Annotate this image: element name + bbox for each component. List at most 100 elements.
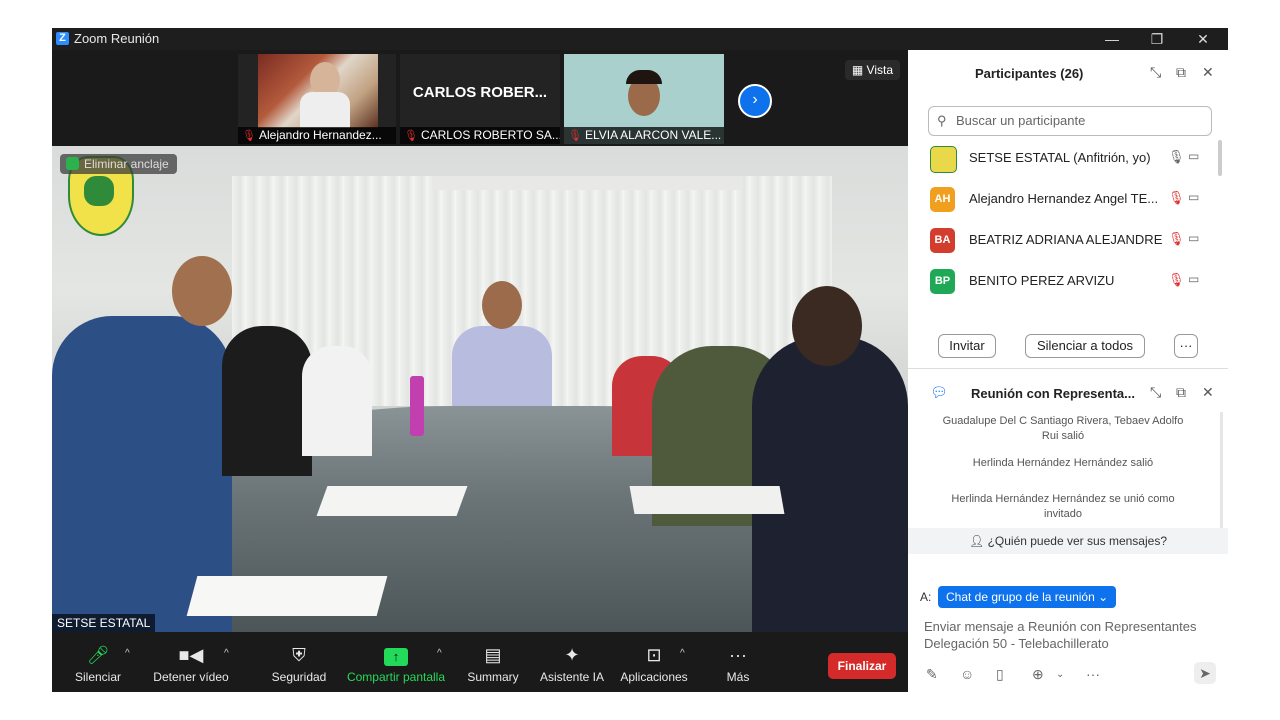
summary-icon: ▤ <box>484 645 502 665</box>
water-bottle <box>410 376 424 436</box>
participant-row[interactable]: BP BENITO PEREZ ARVIZU 🎙︎ ▭ <box>908 261 1220 302</box>
title-bar: Z Zoom Reunión — ❐ ✕ <box>52 28 1228 50</box>
person-head <box>482 281 522 329</box>
video-camera-icon[interactable]: ▭ <box>1188 149 1199 163</box>
view-button[interactable]: ▦ Vista <box>844 60 900 80</box>
chat-bubble-icon: 💬︎ <box>930 384 948 400</box>
summary-button[interactable]: ▤ Summary <box>464 642 522 684</box>
person-lock-icon: 👤︎ <box>968 534 988 548</box>
muted-mic-icon[interactable]: 🎙︎ <box>1168 231 1185 247</box>
person-white-vest <box>302 346 372 456</box>
video-camera-icon: ■◀ <box>178 645 204 665</box>
muted-mic-icon: 🎙 <box>242 130 256 142</box>
stop-video-button[interactable]: ■◀ Detener vídeo <box>152 642 230 684</box>
muted-mic-icon: 🎙 <box>568 130 582 142</box>
participants-scrollbar[interactable] <box>1218 140 1222 176</box>
collapse-chat-icon[interactable]: ⤡ <box>1150 384 1161 401</box>
main-video: Eliminar anclaje SETSE ESTATAL <box>52 146 908 632</box>
search-icon: ⚲ <box>937 113 947 128</box>
chat-message-input[interactable]: Enviar mensaje a Reunión con Representan… <box>924 618 1214 652</box>
share-screen-button[interactable]: ↑ Compartir pantalla <box>345 642 447 684</box>
video-camera-icon[interactable]: ▭ <box>1188 231 1199 245</box>
participant-row[interactable]: AH Alejandro Hernandez Angel TE... 🎙︎ ▭ <box>908 179 1220 220</box>
close-window-button[interactable]: ✕ <box>1183 28 1223 50</box>
more-button[interactable]: ··· Más <box>718 642 758 684</box>
person-head <box>172 256 232 326</box>
person-head <box>792 286 862 366</box>
notebook <box>316 486 468 516</box>
video-options-caret[interactable]: ^ <box>224 648 229 659</box>
muted-mic-icon[interactable]: 🎙︎ <box>1168 190 1185 206</box>
pop-out-chat-icon[interactable]: ⧉ <box>1176 384 1186 401</box>
thumbnail-tile-2[interactable]: CARLOS ROBER... 🎙 CARLOS ROBERTO SA... <box>400 54 560 144</box>
muted-mic-icon: 🎙 <box>404 130 418 142</box>
chevron-down-icon: ⌄ <box>1094 590 1109 604</box>
emoji-icon[interactable]: ☺ <box>960 666 974 682</box>
apps-options-caret[interactable]: ^ <box>680 648 685 659</box>
video-camera-icon[interactable]: ▭ <box>1188 190 1199 204</box>
thumbnail-label-1: 🎙 Alejandro Hernandez... <box>238 127 396 144</box>
chat-recipient-dropdown[interactable]: Chat de grupo de la reunión ⌄ <box>938 586 1117 608</box>
thumbnail-label-3: 🎙 ELVIA ALARCON VALE... <box>564 127 724 144</box>
avatar <box>930 146 957 173</box>
screenshot-options-caret[interactable]: ⌄ <box>1056 669 1064 680</box>
participant-row[interactable]: SETSE ESTATAL (Anfitrión, yo) 🎙︎ ▭ <box>908 138 1220 179</box>
participant-row[interactable]: BA BEATRIZ ADRIANA ALEJANDRE 🎙︎ ▭ <box>908 220 1220 261</box>
zoom-logo-icon: Z <box>56 32 69 45</box>
participant-search-input[interactable]: ⚲ Buscar un participante <box>928 106 1212 136</box>
file-icon[interactable]: ▯ <box>996 666 1004 683</box>
invite-button[interactable]: Invitar <box>938 334 996 358</box>
thumbnail-tile-1[interactable]: 🎙 Alejandro Hernandez... <box>238 54 396 144</box>
chat-to-label: A: <box>920 590 932 604</box>
thumbnail-tile-3[interactable]: 🎙 ELVIA ALARCON VALE... <box>564 54 724 144</box>
muted-mic-icon[interactable]: 🎙︎ <box>1168 272 1185 288</box>
minimize-button[interactable]: — <box>1092 28 1132 50</box>
thumbnail-display-name: CARLOS ROBER... <box>412 84 548 101</box>
participant-shirt <box>300 92 350 128</box>
participants-more-button[interactable]: ··· <box>1174 334 1198 358</box>
microphone-icon[interactable]: 🎙︎ <box>1168 149 1185 165</box>
close-chat-icon[interactable]: ✕ <box>1202 384 1214 401</box>
person-black-shirt <box>222 326 312 476</box>
more-icon: ··· <box>729 645 747 665</box>
more-icon[interactable]: ··· <box>1086 666 1100 682</box>
mute-options-caret[interactable]: ^ <box>125 648 130 659</box>
grid-icon: ▦ <box>851 63 867 77</box>
avatar: BP <box>930 269 955 294</box>
unpin-badge[interactable]: Eliminar anclaje <box>60 154 177 174</box>
who-can-see-link[interactable]: 👤︎ ¿Quién puede ver sus mensajes? <box>908 528 1228 554</box>
person-center <box>452 326 552 406</box>
chat-system-message: Guadalupe Del C Santiago Rivera, Tebaev … <box>942 415 1184 442</box>
share-options-caret[interactable]: ^ <box>437 648 442 659</box>
close-panel-icon[interactable]: ✕ <box>1202 64 1214 81</box>
send-icon[interactable]: ➤ <box>1194 662 1216 684</box>
screenshot-icon[interactable]: ⊕ <box>1032 666 1044 683</box>
zoom-window: Z Zoom Reunión — ❐ ✕ 🎙 Alejandro Hernande… <box>52 28 1228 692</box>
notebook <box>629 486 785 514</box>
share-screen-icon: ↑ <box>345 642 447 668</box>
next-page-arrow-icon[interactable]: › <box>738 84 772 118</box>
speaker-name-label: SETSE ESTATAL <box>52 614 156 632</box>
ai-assistant-button[interactable]: ✦ Asistente IA <box>538 642 606 684</box>
participants-title: Participantes (26) <box>975 66 1084 81</box>
security-button[interactable]: ⛨ Seguridad <box>268 642 330 684</box>
shield-icon: ⛨ <box>292 645 306 665</box>
mute-button[interactable]: 🎤︎ Silenciar <box>70 642 126 684</box>
notebook <box>186 576 388 616</box>
restore-button[interactable]: ❐ <box>1137 28 1177 50</box>
chat-scrollbar[interactable] <box>1220 412 1223 542</box>
side-panel: Participantes (26) ⤡ ⧉ ✕ ⚲ Buscar un par… <box>908 50 1228 692</box>
chat-system-message: Herlinda Hernández Hernández se unió com… <box>951 493 1175 520</box>
mute-all-button[interactable]: Silenciar a todos <box>1025 334 1145 358</box>
microphone-icon: 🎤︎ <box>86 645 110 665</box>
setse-logo-emblem <box>84 176 114 206</box>
video-camera-icon[interactable]: ▭ <box>1188 272 1199 286</box>
format-text-icon[interactable]: ✎ <box>926 666 938 683</box>
person-dark-top <box>752 336 908 632</box>
meeting-toolbar: 🎤︎ Silenciar ^ ■◀ Detener vídeo ^ ⛨ Segu… <box>52 632 908 692</box>
end-meeting-button[interactable]: Finalizar <box>828 653 896 679</box>
divider <box>908 368 1228 369</box>
pop-out-icon[interactable]: ⧉ <box>1176 64 1186 81</box>
collapse-panel-icon[interactable]: ⤡ <box>1150 64 1161 81</box>
shield-check-icon <box>66 157 79 170</box>
